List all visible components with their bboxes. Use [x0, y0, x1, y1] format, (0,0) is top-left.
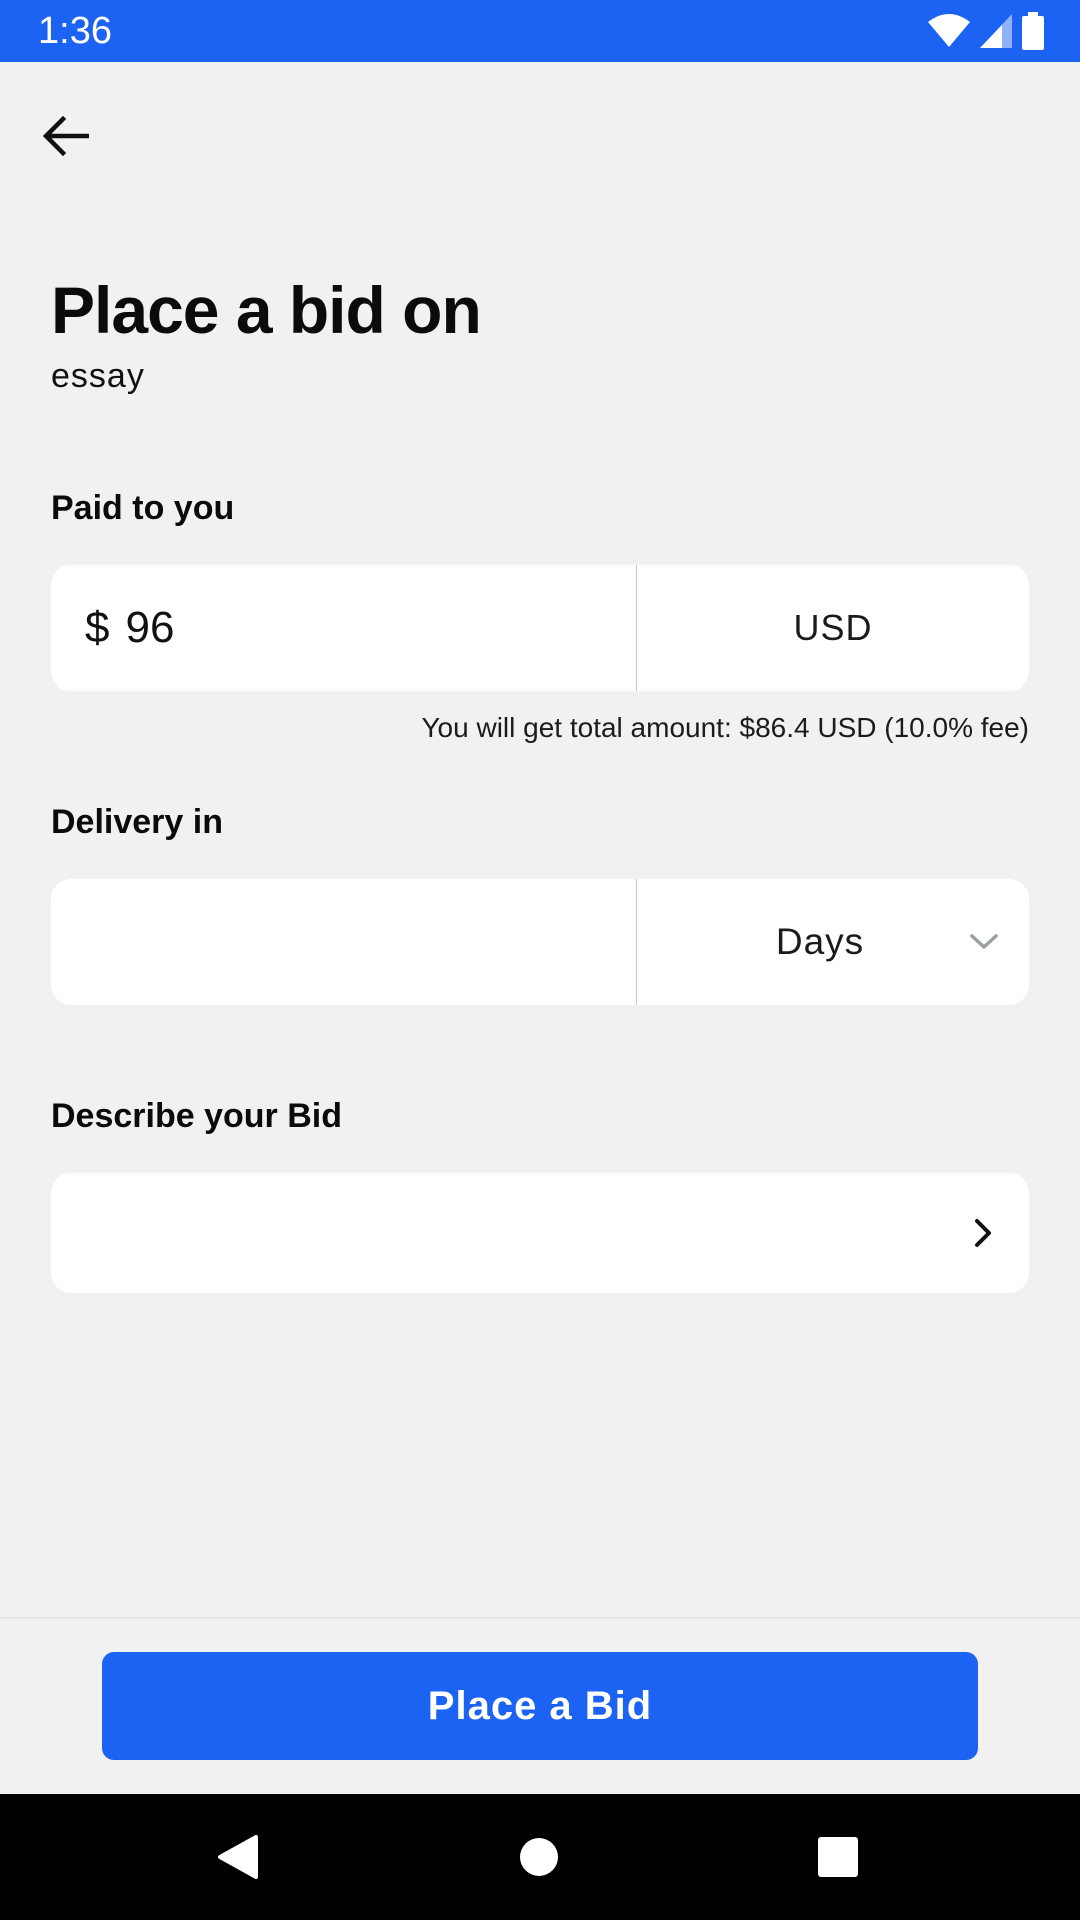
amount-value-wrap: $ 96 [85, 565, 174, 691]
wifi-icon [928, 14, 970, 47]
currency-symbol: $ [85, 603, 110, 652]
battery-icon [1022, 12, 1044, 50]
bid-amount-field: $ 96 USD [51, 565, 1029, 691]
delivery-field: Days [51, 879, 1029, 1005]
delivery-unit-select[interactable]: Days [637, 879, 1029, 1005]
back-button[interactable] [34, 104, 98, 168]
currency-label: USD [793, 607, 873, 648]
chevron-right-icon [975, 1219, 991, 1247]
system-nav-bar [0, 1794, 1080, 1920]
signal-icon [980, 14, 1012, 48]
status-bar: 1:36 [0, 0, 1080, 62]
place-bid-button[interactable]: Place a Bid [102, 1652, 978, 1760]
page-title: Place a bid on [51, 273, 482, 347]
paid-label: Paid to you [51, 489, 235, 527]
nav-recents-button[interactable] [805, 1824, 871, 1890]
delivery-unit-label: Days [775, 921, 865, 962]
nav-home-button[interactable] [506, 1824, 572, 1890]
back-triangle-icon [218, 1835, 258, 1879]
chevron-down-icon [970, 934, 998, 949]
project-name: essay [51, 357, 145, 395]
description-field[interactable] [51, 1173, 1029, 1293]
amount-input[interactable]: $ 96 [51, 565, 637, 691]
delivery-input[interactable] [51, 879, 637, 1005]
bottom-divider [0, 1617, 1080, 1619]
status-icons [928, 12, 1044, 50]
delivery-label: Delivery in [51, 803, 223, 841]
fee-note: You will get total amount: $86.4 USD (10… [421, 712, 1029, 743]
home-circle-icon [520, 1838, 558, 1876]
currency-display: USD [637, 565, 1029, 691]
nav-back-button[interactable] [205, 1824, 271, 1890]
amount-value: 96 [125, 603, 175, 652]
description-label: Describe your Bid [51, 1097, 342, 1135]
unit-select-inner: Days [637, 879, 1029, 1005]
status-time: 1:36 [38, 10, 112, 52]
arrow-left-icon [43, 116, 89, 156]
recents-square-icon [818, 1837, 858, 1877]
